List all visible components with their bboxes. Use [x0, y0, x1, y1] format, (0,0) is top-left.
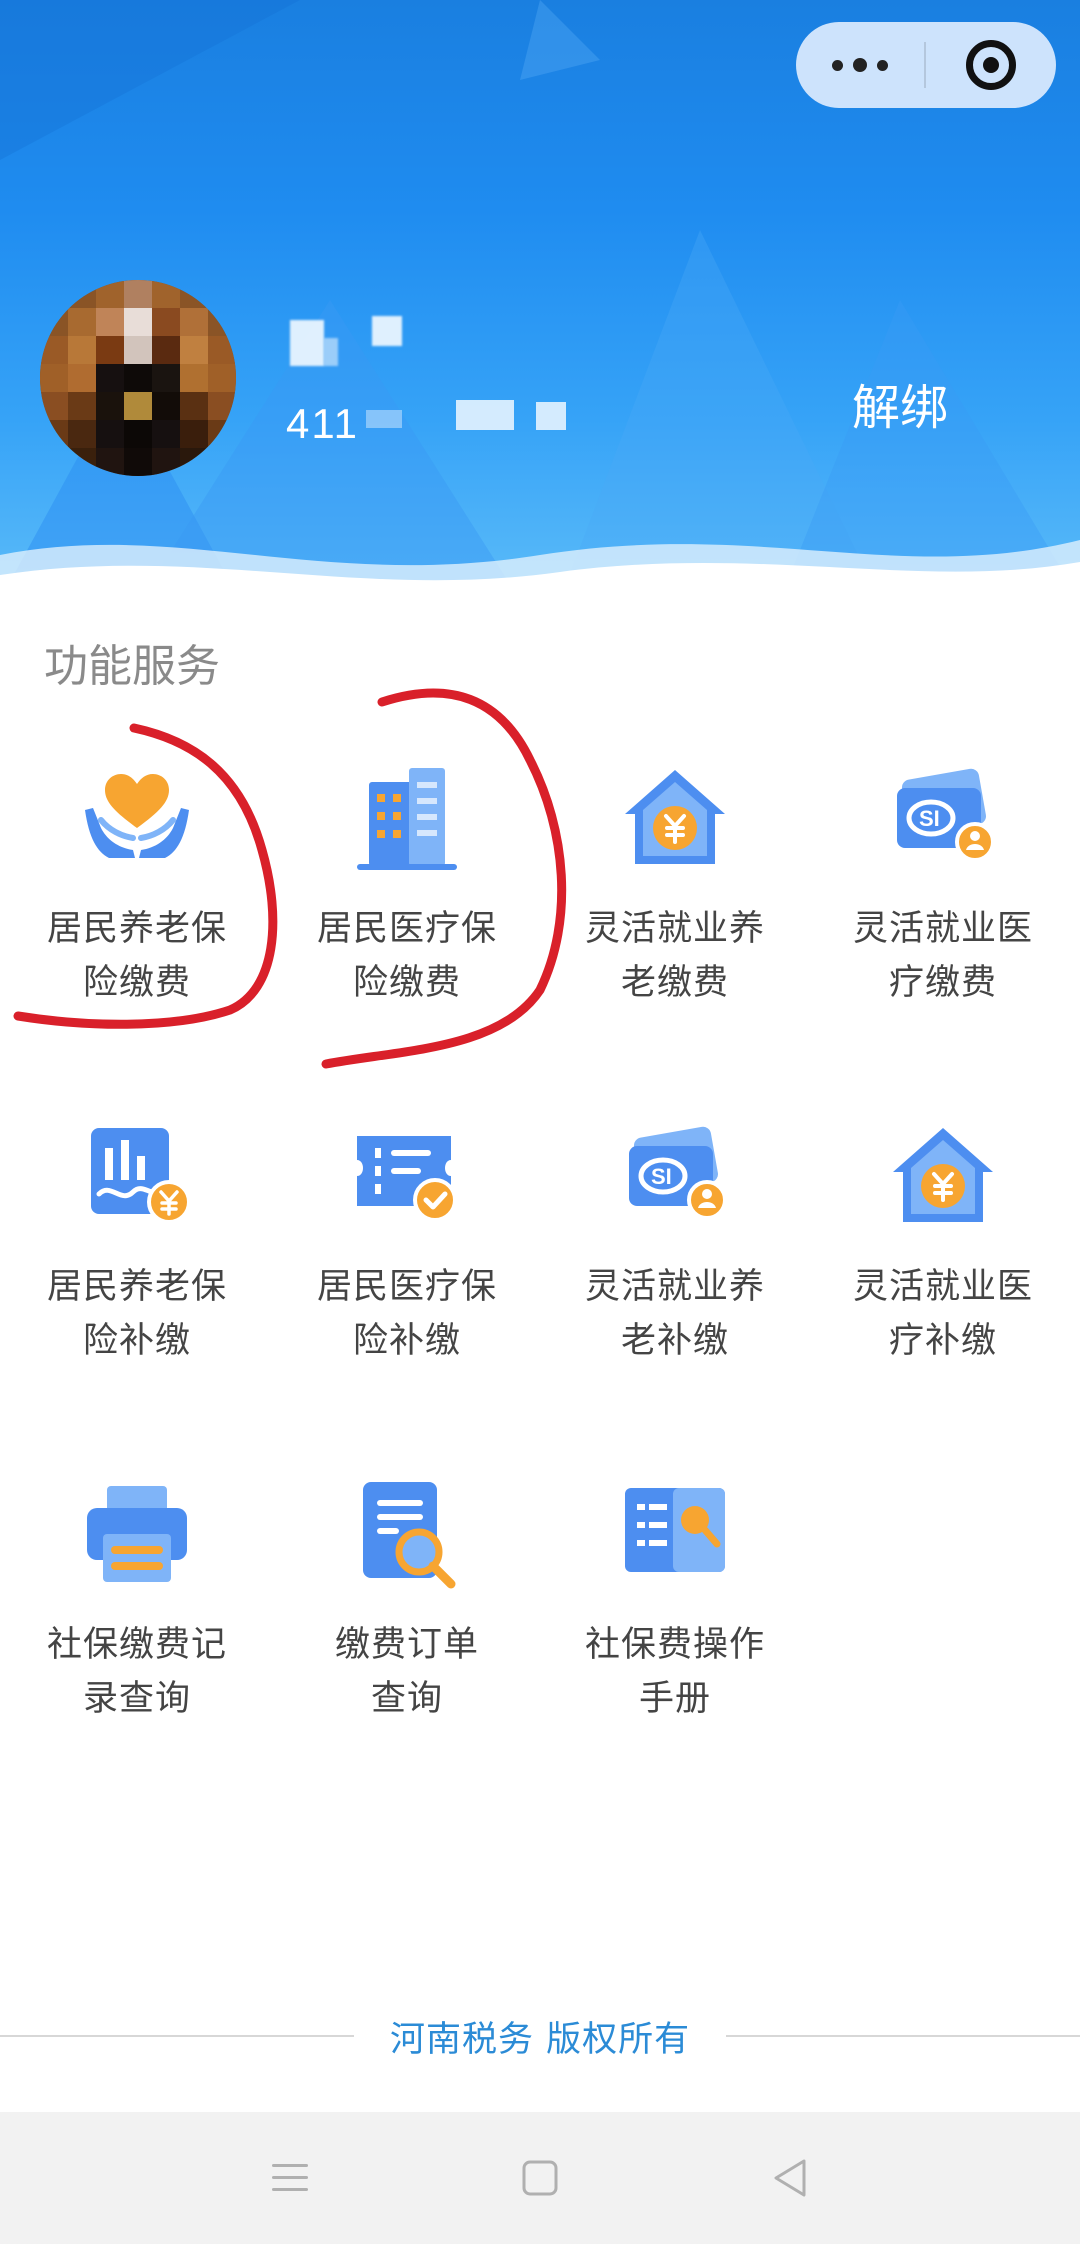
service-label: 灵活就业医 疗缴费: [838, 902, 1048, 1010]
service-label-line2: 老缴费: [620, 963, 729, 1003]
target-circle-icon: [966, 40, 1016, 90]
ticket-check-icon: [357, 1136, 457, 1222]
menu-button[interactable]: [260, 2148, 320, 2208]
system-navigation-bar: [0, 2112, 1080, 2244]
more-dot-icon: [877, 59, 888, 71]
service-label-line2: 疗补缴: [888, 1321, 997, 1361]
footer-divider-right: [726, 2035, 1080, 2037]
service-label-line2: 险缴费: [352, 963, 461, 1003]
service-label-line1: 灵活就业养: [584, 1267, 765, 1307]
service-item-operation-manual[interactable]: 社保费操作 手册: [540, 1456, 810, 1756]
service-label-line2: 疗缴费: [888, 963, 997, 1003]
more-dot-icon: [832, 59, 843, 71]
user-id-number: 411: [286, 400, 359, 447]
service-label: 社保缴费记 录查询: [32, 1618, 242, 1726]
miniprogram-capsule: [796, 22, 1056, 108]
user-name-redacted: [290, 316, 402, 366]
back-button[interactable]: [760, 2148, 820, 2208]
service-label-line2: 录查询: [82, 1679, 191, 1719]
hospital-building-icon: [357, 768, 457, 870]
service-label-line2: 查询: [370, 1679, 443, 1719]
service-label: 居民医疗保 险缴费: [302, 902, 512, 1010]
service-label-line1: 灵活就业医: [852, 909, 1033, 949]
service-item-flexible-pension-backpay[interactable]: SI 灵活就业养 老补缴: [540, 1098, 810, 1398]
book-search-icon: [625, 1488, 725, 1572]
service-label: 居民养老保 险缴费: [32, 902, 242, 1010]
service-item-flexible-medical-payment[interactable]: SI 灵活就业医 疗缴费: [808, 740, 1078, 1040]
service-label-line2: 老补缴: [620, 1321, 729, 1361]
unbind-button[interactable]: 解绑: [852, 368, 948, 438]
document-search-icon: [363, 1482, 456, 1589]
home-button[interactable]: [510, 2148, 570, 2208]
service-label-line1: 居民养老保: [46, 909, 227, 949]
footer-divider-left: [0, 2035, 354, 2037]
avatar: [40, 280, 236, 476]
square-icon: [522, 2160, 558, 2196]
heart-hands-icon: [85, 774, 189, 858]
service-label-line1: 灵活就业医: [852, 1267, 1033, 1307]
footer: 河南税务 版权所有: [0, 2010, 1080, 2062]
service-label: 灵活就业养 老补缴: [570, 1260, 780, 1368]
svg-text:SI: SI: [651, 1164, 672, 1189]
service-label-line1: 社保缴费记: [46, 1625, 227, 1665]
chart-yuan-icon: [91, 1128, 191, 1224]
service-label-line1: 居民养老保: [46, 1267, 227, 1307]
service-item-order-query[interactable]: 缴费订单 查询: [272, 1456, 542, 1756]
service-label-line2: 险补缴: [352, 1321, 461, 1361]
service-label-line2: 手册: [638, 1679, 711, 1719]
service-label: 灵活就业养 老缴费: [570, 902, 780, 1010]
service-label: 居民养老保 险补缴: [32, 1260, 242, 1368]
house-yuan-icon: [893, 1128, 993, 1222]
more-dot-icon: [853, 58, 867, 72]
service-label-line2: 险缴费: [82, 963, 191, 1003]
service-item-payment-records[interactable]: 社保缴费记 录查询: [2, 1456, 272, 1756]
back-triangle-icon: [774, 2159, 806, 2197]
service-item-medical-backpay[interactable]: 居民医疗保 险补缴: [272, 1098, 542, 1398]
service-item-flexible-pension-payment[interactable]: 灵活就业养 老缴费: [540, 740, 810, 1040]
service-label: 灵活就业医 疗补缴: [838, 1260, 1048, 1368]
service-label-line2: 险补缴: [82, 1321, 191, 1361]
service-item-medical-payment[interactable]: 居民医疗保 险缴费: [272, 740, 542, 1040]
close-miniprogram-button[interactable]: [926, 22, 1056, 108]
profile-header: 411 解绑: [0, 0, 1080, 600]
service-label: 居民医疗保 险补缴: [302, 1260, 512, 1368]
service-label-line1: 灵活就业养: [584, 909, 765, 949]
copyright-text: 河南税务 版权所有: [389, 2019, 691, 2060]
si-card-icon: SI: [629, 1126, 727, 1220]
service-item-pension-backpay[interactable]: 居民养老保 险补缴: [2, 1098, 272, 1398]
more-menu-button[interactable]: [796, 22, 924, 108]
service-label-line1: 居民医疗保: [316, 1267, 497, 1307]
si-card-icon: SI: [897, 768, 995, 862]
house-yuan-icon: [625, 770, 725, 864]
header-wave: [0, 540, 1080, 600]
service-label: 缴费订单 查询: [302, 1618, 512, 1726]
service-label: 社保费操作 手册: [570, 1618, 780, 1726]
section-title: 功能服务: [44, 641, 220, 692]
service-item-pension-payment[interactable]: 居民养老保 险缴费: [2, 740, 272, 1040]
service-label-line1: 缴费订单: [334, 1625, 479, 1665]
menu-icon: [272, 2164, 308, 2191]
service-label-line1: 社保费操作: [584, 1625, 765, 1665]
service-label-line1: 居民医疗保: [316, 909, 497, 949]
service-item-flexible-medical-backpay[interactable]: 灵活就业医 疗补缴: [808, 1098, 1078, 1398]
svg-text:SI: SI: [919, 806, 940, 831]
printer-icon: [87, 1486, 187, 1582]
